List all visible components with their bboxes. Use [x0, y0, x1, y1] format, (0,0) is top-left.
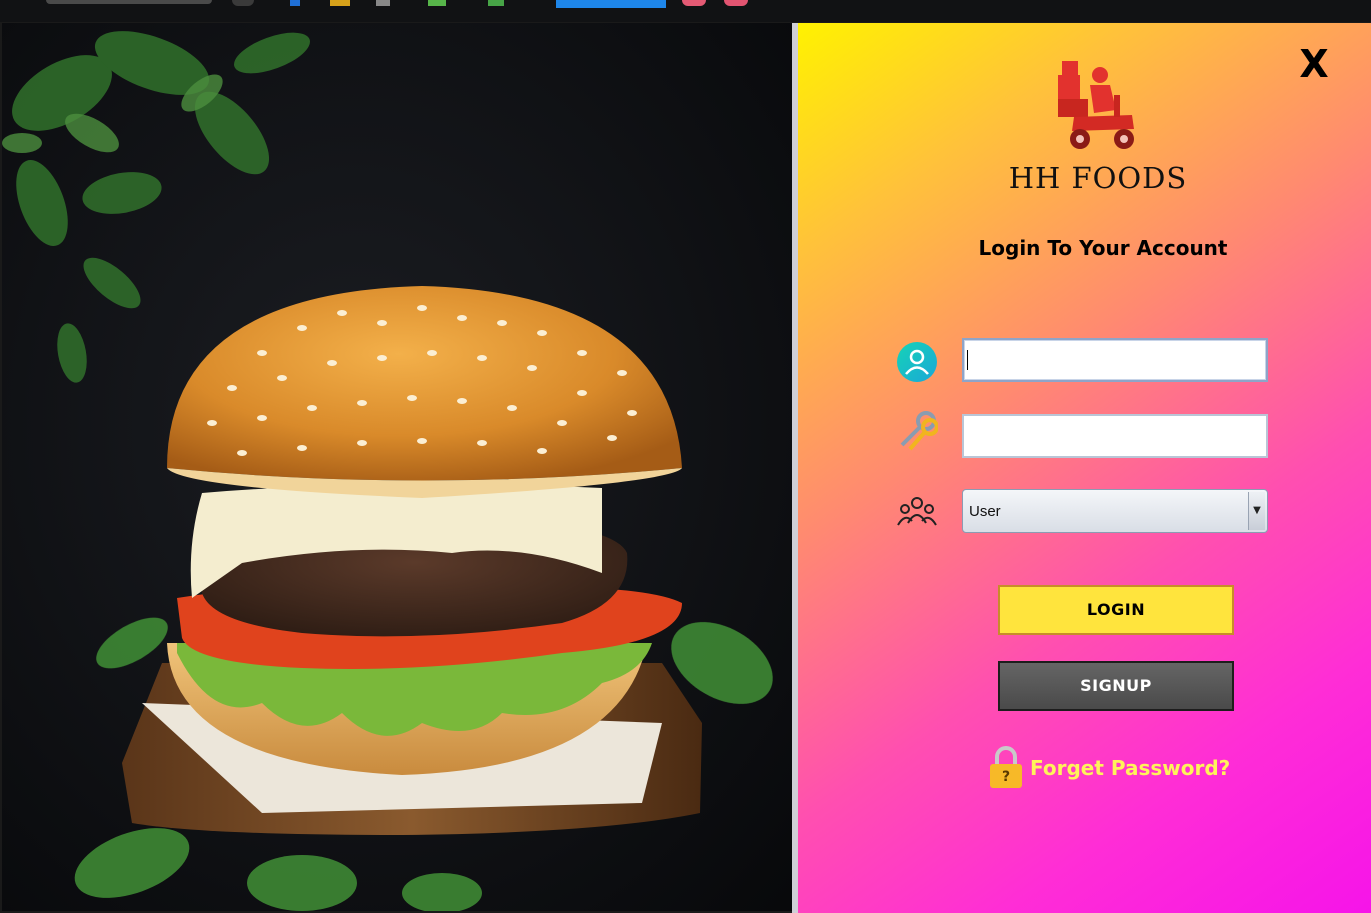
text-caret	[967, 350, 968, 370]
dropdown-arrow-icon[interactable]: ▼	[1248, 492, 1265, 530]
taskbar-app-icon[interactable]	[428, 0, 446, 6]
burger-photo	[2, 23, 792, 911]
taskbar-search[interactable]	[46, 0, 212, 4]
taskbar-app-icon[interactable]	[682, 0, 706, 6]
svg-text:?: ?	[1002, 769, 1010, 785]
delivery-scooter-icon	[1054, 55, 1140, 155]
login-button[interactable]: LOGIN	[998, 585, 1234, 635]
username-field[interactable]	[962, 338, 1268, 382]
keys-icon	[896, 409, 939, 451]
brand-name: HH FOODS	[1008, 161, 1188, 195]
padlock-icon: ?	[990, 746, 1022, 788]
role-select[interactable]: User ▼	[962, 489, 1268, 533]
close-button[interactable]: X	[1294, 41, 1334, 87]
forgot-password-link[interactable]: ? Forget Password?	[988, 745, 1230, 791]
taskbar-app-icon[interactable]	[232, 0, 254, 6]
signup-button[interactable]: SIGNUP	[998, 661, 1234, 711]
taskbar-app-icon[interactable]	[376, 0, 390, 6]
taskbar-app-icon[interactable]	[330, 0, 350, 6]
role-selected-value: User	[969, 503, 1001, 520]
login-panel: X HH FOODS Login To Your Account User ▼ …	[798, 23, 1371, 913]
user-circle-icon	[896, 341, 938, 383]
password-field[interactable]	[962, 414, 1268, 458]
taskbar-app-icon[interactable]	[488, 0, 504, 6]
taskbar-app-icon[interactable]	[290, 0, 300, 6]
login-heading: Login To Your Account	[978, 236, 1228, 260]
taskbar-active-app[interactable]	[556, 0, 666, 8]
user-group-icon	[896, 493, 938, 535]
taskbar	[0, 0, 1371, 22]
forgot-password-text: Forget Password?	[1030, 756, 1231, 780]
taskbar-app-icon[interactable]	[724, 0, 748, 6]
